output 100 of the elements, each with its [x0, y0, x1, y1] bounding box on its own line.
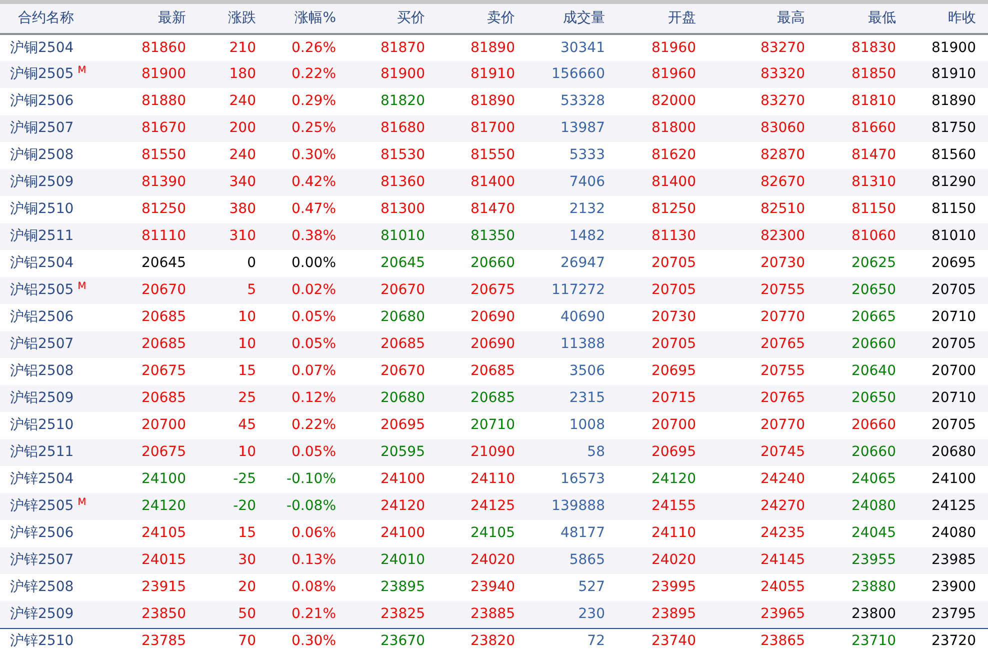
quote-row[interactable]: 沪铜2504 81860 210 0.26% 81870 81890 30341 81960 83270 81830 81900: [0, 34, 988, 61]
quote-value: 26947: [560, 255, 605, 271]
quote-value: 83270: [760, 93, 805, 109]
quote-row[interactable]: 沪铝2507 20685 10 0.05% 20685 20690 11388 20705 20765 20660 20705: [0, 331, 988, 358]
quote-value: 20670: [141, 282, 186, 298]
quote-row[interactable]: 沪铝2508 20675 15 0.07% 20670 20685 3506 20695 20755 20640 20700: [0, 358, 988, 385]
quote-row[interactable]: 沪锌2510 23785 70 0.30% 23670 23820 72 23740 23865 23710 23720: [0, 628, 988, 654]
quote-row[interactable]: 沪锌2505 M 24120 -20 -0.08% 24120 24125 139888 24155 24270 24080 24125: [0, 493, 988, 520]
contract-name[interactable]: 沪铜2506: [10, 93, 74, 109]
contract-name[interactable]: 沪铝2506: [10, 309, 74, 325]
contract-name[interactable]: 沪铝2504: [10, 255, 74, 271]
quote-row[interactable]: 沪铜2510 81250 380 0.47% 81300 81470 2132 81250 82510 81150 81150: [0, 196, 988, 223]
quote-row[interactable]: 沪锌2509 23850 50 0.21% 23825 23885 230 23895 23965 23800 23795: [0, 601, 988, 628]
quote-value: 0.05%: [292, 336, 336, 352]
quote-value: 20715: [651, 390, 696, 406]
quote-value: 81010: [931, 228, 976, 244]
quote-row[interactable]: 沪铜2509 81390 340 0.42% 81360 81400 7406 81400 82670 81310 81290: [0, 169, 988, 196]
quote-value: 10: [238, 444, 256, 460]
quote-value: 20755: [760, 363, 805, 379]
contract-name[interactable]: 沪锌2510: [10, 633, 74, 650]
quote-row[interactable]: 沪铜2505 M 81900 180 0.22% 81900 81910 156660 81960 83320 81850 81910: [0, 61, 988, 88]
quote-value: 16573: [560, 471, 605, 487]
quote-value: 117272: [552, 282, 605, 298]
quote-value: 0.26%: [292, 40, 336, 56]
column-header[interactable]: 昨收: [948, 10, 976, 26]
quote-value: 20730: [651, 309, 696, 325]
contract-name[interactable]: 沪铝2508: [10, 363, 74, 379]
quote-value: 20700: [651, 417, 696, 433]
quote-value: 24080: [931, 525, 976, 541]
quote-value: 23940: [470, 579, 515, 595]
quote-value: 20700: [931, 363, 976, 379]
quote-value: 81910: [470, 66, 515, 82]
quote-value: 24120: [141, 498, 186, 514]
quote-value: 0.02%: [292, 282, 336, 298]
contract-name[interactable]: 沪铝2510: [10, 417, 74, 433]
quote-value: 58: [587, 444, 605, 460]
quote-value: 30: [238, 552, 256, 568]
quote-value: 70: [238, 633, 256, 650]
contract-name[interactable]: 沪锌2504: [10, 471, 74, 487]
quote-value: 24055: [760, 579, 805, 595]
quote-value: 20665: [851, 309, 896, 325]
quote-value: 20625: [851, 255, 896, 271]
quote-value: 20705: [931, 282, 976, 298]
quote-row[interactable]: 沪铝2506 20685 10 0.05% 20680 20690 40690 20730 20770 20665 20710: [0, 304, 988, 331]
quote-row[interactable]: 沪铝2509 20685 25 0.12% 20680 20685 2315 20715 20765 20650 20710: [0, 385, 988, 412]
quote-row[interactable]: 沪铜2511 81110 310 0.38% 81010 81350 1482 81130 82300 81060 81010: [0, 223, 988, 250]
quote-value: 0.05%: [292, 309, 336, 325]
quote-value: 20680: [380, 390, 425, 406]
quote-value: -20: [233, 498, 256, 514]
contract-name[interactable]: 沪锌2505: [10, 498, 74, 514]
quote-value: 81620: [651, 147, 696, 163]
quote-value: 81150: [851, 201, 896, 217]
quote-value: 20650: [851, 282, 896, 298]
column-header[interactable]: 最低: [868, 10, 896, 26]
contract-name[interactable]: 沪铜2504: [10, 40, 74, 56]
quote-row[interactable]: 沪铝2511 20675 10 0.05% 20595 21090 58 20695 20745 20660 20680: [0, 439, 988, 466]
quote-value: 53328: [560, 93, 605, 109]
quote-row[interactable]: 沪锌2506 24105 15 0.06% 24100 24105 48177 24110 24235 24045 24080: [0, 520, 988, 547]
quote-value: 24105: [470, 525, 515, 541]
quote-value: 0.25%: [292, 120, 336, 136]
quote-value: 20765: [760, 336, 805, 352]
quote-value: 0.38%: [292, 228, 336, 244]
quote-row[interactable]: 沪锌2508 23915 20 0.08% 23895 23940 527 23995 24055 23880 23900: [0, 574, 988, 601]
quote-value: 20640: [851, 363, 896, 379]
column-header[interactable]: 开盘: [668, 10, 696, 26]
contract-name[interactable]: 沪锌2506: [10, 525, 74, 541]
quote-value: 24100: [380, 471, 425, 487]
quote-row[interactable]: 沪铝2510 20700 45 0.22% 20695 20710 1008 20700 20770 20660 20705: [0, 412, 988, 439]
contract-name[interactable]: 沪锌2508: [10, 579, 74, 595]
quote-value: 20705: [931, 417, 976, 433]
quote-value: 81890: [931, 93, 976, 109]
contract-name[interactable]: 沪铜2508: [10, 147, 74, 163]
column-header[interactable]: 最高: [777, 10, 805, 26]
contract-name[interactable]: 沪铝2505: [10, 282, 74, 298]
quote-value: 5333: [569, 147, 605, 163]
quote-row[interactable]: 沪铜2508 81550 240 0.30% 81530 81550 5333 81620 82870 81470 81560: [0, 142, 988, 169]
quote-value: 20705: [931, 336, 976, 352]
quote-row[interactable]: 沪锌2507 24015 30 0.13% 24010 24020 5865 24020 24145 23955 23985: [0, 547, 988, 574]
quote-row[interactable]: 沪铜2506 81880 240 0.29% 81820 81890 53328 82000 83270 81810 81890: [0, 88, 988, 115]
quote-value: 81130: [651, 228, 696, 244]
quote-value: 81360: [380, 174, 425, 190]
contract-name[interactable]: 沪铜2510: [10, 201, 74, 217]
quote-value: 2315: [569, 390, 605, 406]
quote-value: 81350: [470, 228, 515, 244]
quote-value: 24080: [851, 498, 896, 514]
quote-row[interactable]: 沪铝2504 20645 0 0.00% 20645 20660 26947 20705 20730 20625 20695: [0, 250, 988, 277]
quote-row[interactable]: 沪铜2507 81670 200 0.25% 81680 81700 13987 81800 83060 81660 81750: [0, 115, 988, 142]
column-header[interactable]: 卖价: [487, 10, 515, 26]
quote-value: 0.00%: [292, 255, 336, 271]
quote-value: 24065: [851, 471, 896, 487]
quote-row[interactable]: 沪锌2504 24100 -25 -0.10% 24100 24110 16573 24120 24240 24065 24100: [0, 466, 988, 493]
quote-value: 0.30%: [292, 633, 336, 650]
quote-value: 3506: [569, 363, 605, 379]
contract-name[interactable]: 沪铜2505: [10, 66, 74, 82]
quote-value: 24105: [141, 525, 186, 541]
quote-value: 20695: [931, 255, 976, 271]
column-header[interactable]: 买价: [397, 10, 425, 26]
quote-row[interactable]: 沪铝2505 M 20670 5 0.02% 20670 20675 117272 20705 20755 20650 20705: [0, 277, 988, 304]
quote-value: 81910: [931, 66, 976, 82]
quote-value: 156660: [552, 66, 605, 82]
